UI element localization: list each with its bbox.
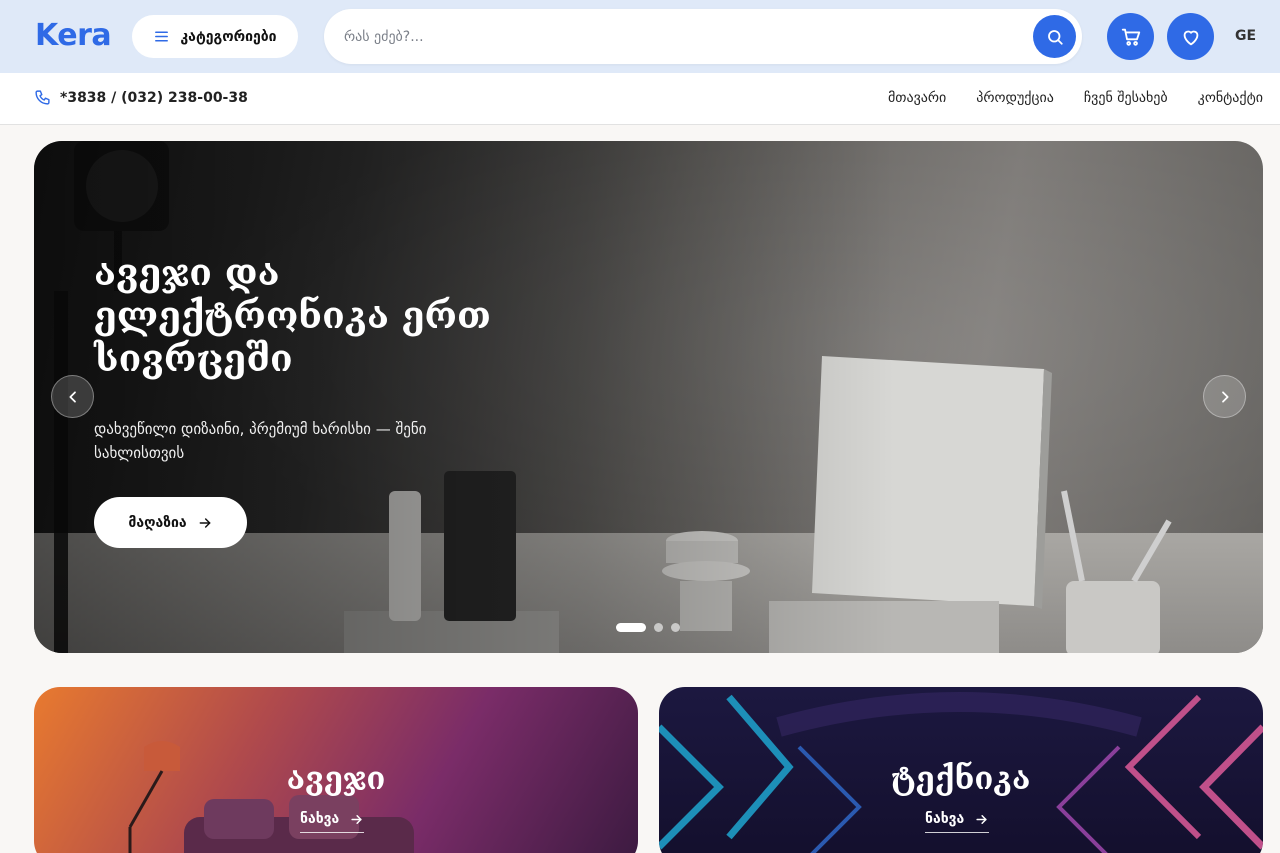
card-furniture-link-label: ნახვა <box>300 811 340 827</box>
slider-dots <box>616 623 680 632</box>
arrow-right-icon <box>199 517 211 528</box>
wishlist-button[interactable] <box>1167 13 1214 60</box>
slider-dot-2[interactable] <box>654 623 663 632</box>
sub-header: *3838 / (032) 238-00-38 მთავარი პროდუქცი… <box>0 73 1280 125</box>
nav-home[interactable]: მთავარი <box>888 90 946 106</box>
arrow-right-icon <box>351 814 362 824</box>
slider-dot-3[interactable] <box>671 623 680 632</box>
search-input[interactable] <box>344 9 1034 64</box>
cart-button[interactable] <box>1107 13 1154 60</box>
category-card-furniture[interactable]: ავეჯი ნახვა <box>34 687 638 853</box>
shop-button[interactable]: მაღაზია <box>94 497 247 548</box>
slider-next-button[interactable] <box>1203 375 1246 418</box>
nav-contact[interactable]: კონტაქტი <box>1198 90 1263 106</box>
slider-dot-1[interactable] <box>616 623 646 632</box>
slider-prev-button[interactable] <box>51 375 94 418</box>
hero-overlay <box>34 141 1263 653</box>
nav-about[interactable]: ჩვენ შესახებ <box>1084 90 1168 106</box>
hero-title: ავეჯი და ელექტრონიკა ერთ სივრცეში <box>94 250 491 380</box>
card-tech-link-label: ნახვა <box>925 811 965 827</box>
shop-button-label: მაღაზია <box>128 514 187 531</box>
chevron-left-icon <box>68 390 76 403</box>
logo[interactable]: Kera <box>35 18 112 53</box>
top-header: Kera კატეგორიები GE <box>0 0 1280 73</box>
category-card-tech[interactable]: ტექნიკა ნახვა <box>659 687 1263 853</box>
search-button[interactable] <box>1033 15 1076 58</box>
cart-icon <box>1121 28 1140 46</box>
card-tech-link[interactable]: ნახვა <box>925 811 990 833</box>
categories-button[interactable]: კატეგორიები <box>132 15 298 58</box>
nav-products[interactable]: პროდუქცია <box>976 90 1054 106</box>
hero-banner: ავეჯი და ელექტრონიკა ერთ სივრცეში დახვეწ… <box>34 141 1263 653</box>
card-furniture-link[interactable]: ნახვა <box>300 811 365 833</box>
language-switcher[interactable]: GE <box>1235 28 1256 44</box>
arrow-right-icon <box>976 814 987 824</box>
menu-icon <box>155 31 169 42</box>
phone-contact[interactable]: *3838 / (032) 238-00-38 <box>34 89 248 106</box>
search-icon <box>1047 29 1063 45</box>
phone-number: *3838 / (032) 238-00-38 <box>60 89 248 106</box>
card-tech-title: ტექნიკა <box>891 761 1031 797</box>
chevron-right-icon <box>1221 390 1229 403</box>
main-nav: მთავარი პროდუქცია ჩვენ შესახებ კონტაქტი <box>888 90 1263 106</box>
categories-label: კატეგორიები <box>180 28 277 45</box>
card-furniture-title: ავეჯი <box>286 761 386 797</box>
search-bar <box>324 9 1082 64</box>
phone-icon <box>35 90 50 105</box>
hero-subtitle: დახვეწილი დიზაინი, პრემიუმ ხარისხი — შენ… <box>94 420 427 462</box>
heart-icon <box>1183 30 1198 45</box>
